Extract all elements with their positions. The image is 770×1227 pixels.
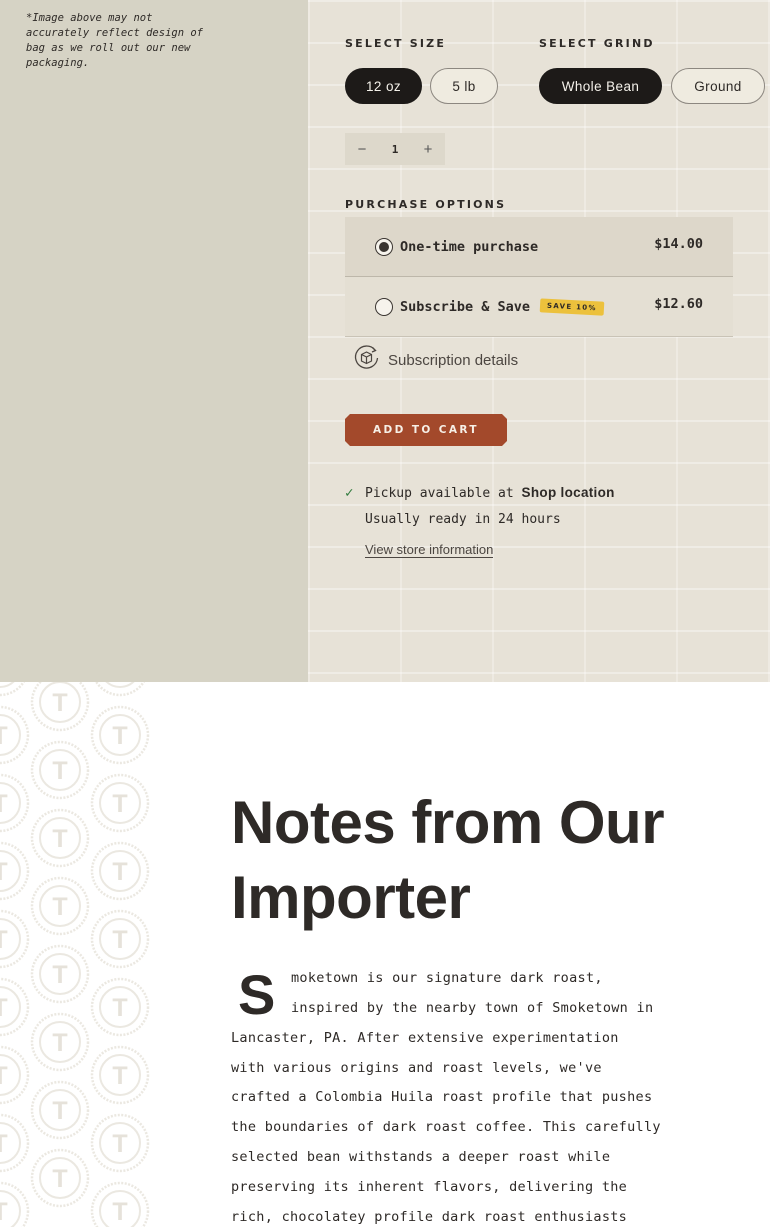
pickup-ready-time: Usually ready in 24 hours <box>365 512 561 527</box>
notes-body-line: with various origins and roast levels, w… <box>231 1060 602 1076</box>
save-badge: SAVE 10% <box>539 297 605 316</box>
quantity-value[interactable]: 1 <box>392 143 399 156</box>
size-option-5lb[interactable]: 5 lb <box>430 68 498 104</box>
radio-selected-icon[interactable] <box>375 237 393 256</box>
drop-cap: S <box>238 963 276 1026</box>
pickup-location: Shop location <box>521 485 615 500</box>
notes-body-line: inspired by the nearby town of Smoketown… <box>291 1000 654 1016</box>
add-to-cart-button[interactable]: ADD TO CART <box>345 414 507 446</box>
product-image-area: *Image above may not accurately reflect … <box>0 0 308 682</box>
subscription-details-link[interactable]: Subscription details <box>353 344 518 377</box>
disclaimer-line: *Image above may not <box>26 12 153 24</box>
subscribe-save-option[interactable]: Subscribe & Save SAVE 10% $12.60 <box>345 277 733 337</box>
pickup-availability: Pickup available at Shop location <box>365 485 615 501</box>
subscribe-price: $12.60 <box>654 296 703 312</box>
notes-section: T Notes from Our Importer S moketown <box>0 682 770 1227</box>
subscription-details-label: Subscription details <box>388 352 519 369</box>
disclaimer-line: bag as we roll out our new <box>26 42 191 54</box>
subscription-box-icon <box>353 344 380 377</box>
logo-pattern-background: T <box>0 682 150 1227</box>
size-label: SELECT SIZE <box>345 37 447 50</box>
product-purchase-panel: *Image above may not accurately reflect … <box>0 0 770 682</box>
plus-icon[interactable]: + <box>421 141 435 158</box>
subscribe-save-label: Subscribe & Save <box>400 298 531 315</box>
minus-icon[interactable]: − <box>355 141 369 158</box>
notes-body-line: rich, chocolatey profile dark roast enth… <box>231 1209 628 1225</box>
notes-body-line: moketown is our signature dark roast, <box>291 970 603 986</box>
checkmark-icon: ✓ <box>345 485 354 501</box>
size-option-12oz[interactable]: 12 oz <box>345 68 422 104</box>
one-time-purchase-option[interactable]: One-time purchase $14.00 <box>345 217 733 277</box>
pickup-prefix: Pickup available at <box>365 486 522 501</box>
quantity-stepper: − 1 + <box>345 133 445 165</box>
notes-title-line: Importer <box>231 864 471 931</box>
one-time-purchase-label: One-time purchase <box>400 238 539 255</box>
purchase-options-label: PURCHASE OPTIONS <box>345 198 507 211</box>
notes-body-line: the boundaries of dark roast coffee. Thi… <box>231 1119 661 1135</box>
grind-option-whole-bean[interactable]: Whole Bean <box>539 68 662 104</box>
one-time-price: $14.00 <box>654 236 703 252</box>
disclaimer-line: packaging. <box>26 57 90 69</box>
image-disclaimer: *Image above may not accurately reflect … <box>26 11 226 71</box>
disclaimer-line: accurately reflect design of <box>26 27 204 39</box>
notes-body-line: Lancaster, PA. After extensive experimen… <box>231 1030 619 1046</box>
notes-body-line: preserving its inherent flavors, deliver… <box>231 1179 628 1195</box>
radio-unselected-icon[interactable] <box>375 297 393 316</box>
notes-title-line: Notes from Our <box>231 789 665 856</box>
notes-body-line: crafted a Colombia Huila roast profile t… <box>231 1089 653 1105</box>
grind-label: SELECT GRIND <box>539 37 655 50</box>
grind-option-ground[interactable]: Ground <box>671 68 765 104</box>
notes-title: Notes from Our Importer <box>231 785 751 935</box>
view-store-information-link[interactable]: View store information <box>365 542 494 558</box>
notes-body-line: selected bean withstands a deeper roast … <box>231 1149 611 1165</box>
